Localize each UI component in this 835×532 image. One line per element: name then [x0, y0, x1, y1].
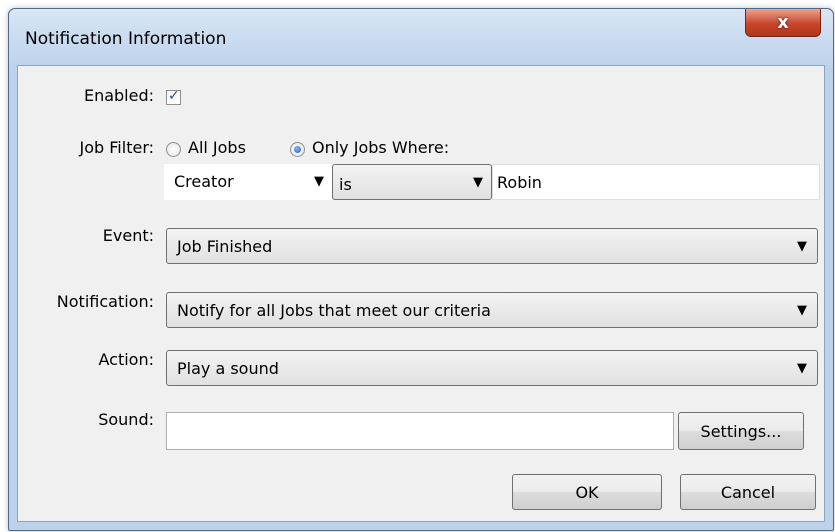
only-jobs-where-label[interactable]: Only Jobs Where:: [312, 138, 449, 157]
chevron-down-icon: ▼: [473, 175, 483, 190]
filter-field-dropdown[interactable]: Creator ▼: [164, 164, 332, 200]
cancel-button[interactable]: Cancel: [680, 474, 816, 510]
event-dropdown[interactable]: Job Finished ▼: [166, 228, 818, 264]
radio-all-jobs[interactable]: [166, 142, 181, 157]
action-label: Action:: [98, 350, 155, 369]
filter-value-input[interactable]: Robin: [492, 164, 820, 200]
filter-value-text: Robin: [497, 173, 542, 192]
filter-operator-value: is: [339, 175, 352, 194]
chevron-down-icon: ▼: [797, 239, 807, 254]
chevron-down-icon: ▼: [314, 174, 324, 189]
event-value: Job Finished: [177, 237, 273, 256]
notification-label: Notification:: [56, 292, 154, 311]
action-value: Play a sound: [177, 359, 279, 378]
check-icon: ✓: [168, 88, 180, 104]
dialog-body: Enabled: ✓ Job Filter: All Jobs Only Job…: [17, 65, 825, 522]
close-button[interactable]: x: [745, 9, 821, 37]
chevron-down-icon: ▼: [797, 361, 807, 376]
filter-operator-dropdown[interactable]: is ▼: [332, 164, 492, 200]
ok-button[interactable]: OK: [512, 474, 662, 510]
enabled-checkbox[interactable]: ✓: [166, 88, 181, 105]
all-jobs-label[interactable]: All Jobs: [188, 138, 246, 157]
settings-button[interactable]: Settings...: [678, 412, 804, 450]
filter-field-value: Creator: [174, 172, 234, 191]
action-dropdown[interactable]: Play a sound ▼: [166, 350, 818, 386]
window-title: Notification Information: [25, 29, 227, 49]
notification-dropdown[interactable]: Notify for all Jobs that meet our criter…: [166, 292, 818, 328]
event-label: Event:: [102, 226, 154, 245]
notification-value: Notify for all Jobs that meet our criter…: [177, 301, 491, 320]
sound-input[interactable]: [166, 412, 674, 450]
radio-selected-dot: [294, 146, 301, 153]
job-filter-label: Job Filter:: [79, 138, 154, 157]
close-icon: x: [777, 12, 789, 33]
chevron-down-icon: ▼: [797, 303, 807, 318]
dialog-window: Notification Information x Enabled: ✓ Jo…: [8, 8, 834, 531]
enabled-label: Enabled:: [83, 86, 154, 105]
radio-only-jobs-where[interactable]: [290, 142, 305, 157]
sound-label: Sound:: [98, 410, 154, 429]
title-bar[interactable]: Notification Information x: [9, 9, 833, 65]
